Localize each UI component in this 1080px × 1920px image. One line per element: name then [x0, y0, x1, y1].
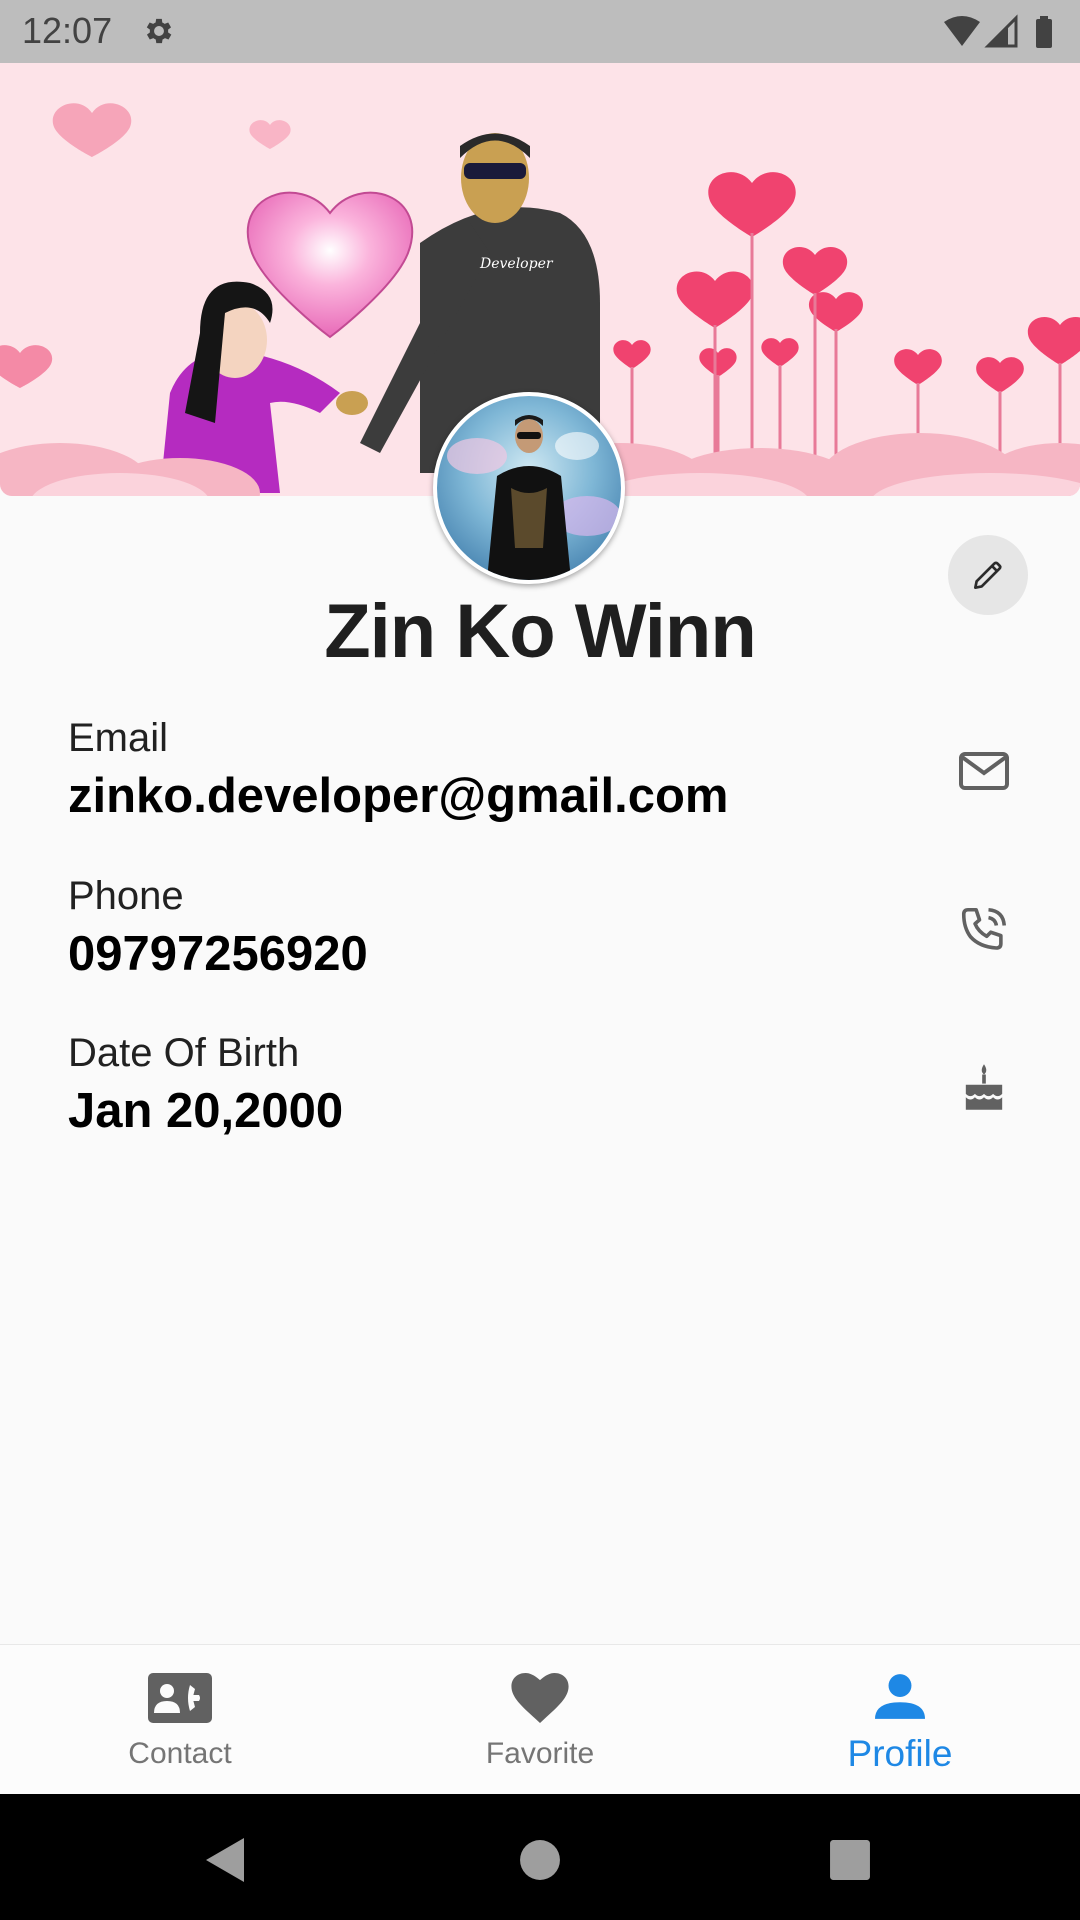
email-value: zinko.developer@gmail.com	[68, 769, 729, 823]
bottom-navigation: Contact Favorite Profile	[0, 1644, 1080, 1794]
phone-row: Phone 09797256920	[68, 874, 1012, 984]
contact-card-icon	[148, 1673, 212, 1723]
dob-label: Date Of Birth	[68, 1031, 300, 1075]
signal-icon	[984, 14, 1018, 48]
profile-name: Zin Ko Winn	[324, 589, 757, 674]
profile-screen: 12:07 Developer Zin Ko Winn Email zinko.…	[0, 0, 1080, 1920]
dob-row: Date Of Birth Jan 20,2000	[68, 1031, 1012, 1141]
phone-label: Phone	[68, 874, 184, 918]
email-label: Email	[68, 716, 169, 760]
wifi-icon	[944, 16, 980, 46]
nav-item-contact[interactable]: Contact	[0, 1645, 360, 1795]
home-icon[interactable]	[510, 1830, 570, 1890]
avatar-photo	[437, 396, 621, 580]
mail-icon[interactable]	[956, 744, 1012, 800]
nav-item-favorite[interactable]: Favorite	[360, 1645, 720, 1795]
system-navigation-bar	[0, 1794, 1080, 1920]
heart-icon	[511, 1673, 569, 1723]
status-bar: 12:07	[0, 0, 1080, 63]
dob-value: Jan 20,2000	[68, 1084, 344, 1138]
cake-icon[interactable]	[956, 1059, 1012, 1115]
phone-icon[interactable]	[956, 902, 1012, 958]
email-row: Email zinko.developer@gmail.com	[68, 716, 1012, 826]
recents-icon[interactable]	[820, 1830, 880, 1890]
status-icons	[944, 14, 1052, 48]
nav-item-profile[interactable]: Profile	[720, 1645, 1080, 1795]
settings-gear-icon	[146, 18, 172, 44]
svg-text:Developer: Developer	[479, 256, 554, 272]
nav-label-contact: Contact	[128, 1737, 232, 1770]
nav-label-profile: Profile	[847, 1733, 953, 1774]
battery-icon	[1036, 16, 1052, 48]
person-icon	[875, 1674, 925, 1719]
back-icon[interactable]	[196, 1830, 256, 1890]
status-time: 12:07	[22, 10, 113, 51]
nav-label-favorite: Favorite	[485, 1737, 595, 1770]
avatar[interactable]	[433, 392, 625, 584]
phone-value: 09797256920	[68, 927, 368, 981]
